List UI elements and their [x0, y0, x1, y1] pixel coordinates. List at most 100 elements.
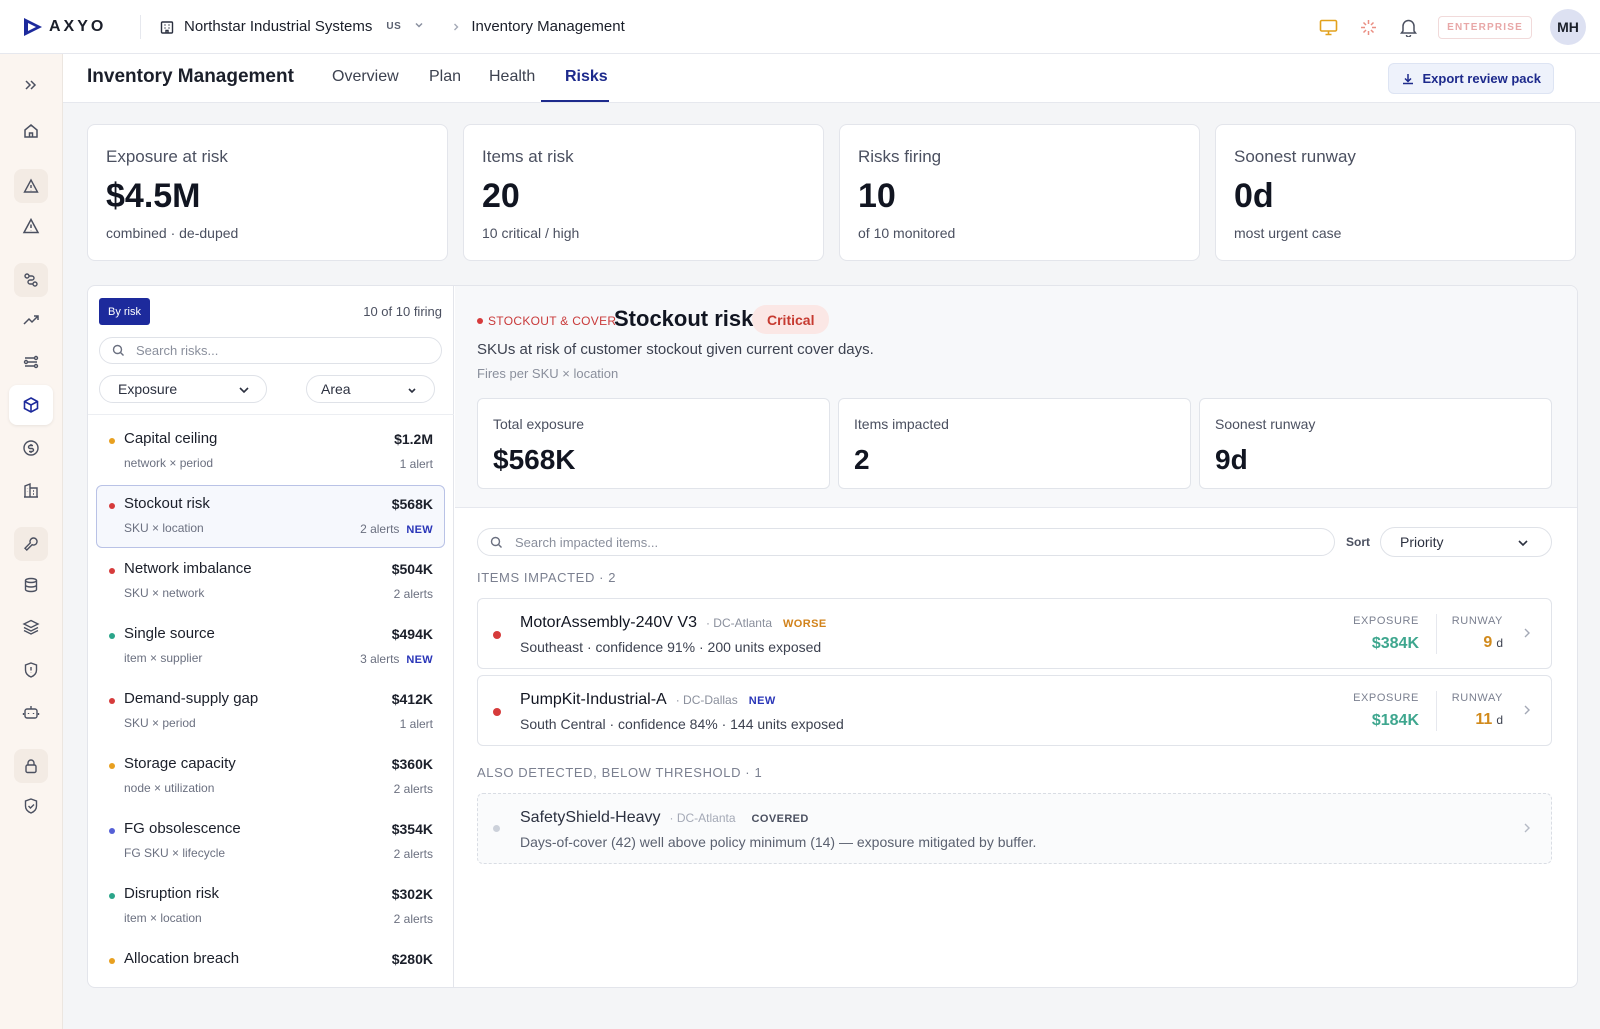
lock-icon[interactable]: [14, 749, 48, 783]
alert-count: 3 alerts: [360, 652, 400, 666]
exposure-value: $184K: [1371, 712, 1419, 729]
item-details: Days-of-cover (42) well above policy min…: [520, 834, 1037, 850]
route-icon[interactable]: [14, 263, 48, 297]
runway-value-group: 11 d: [1475, 711, 1503, 729]
risk-title: Stockout risk: [614, 306, 754, 331]
page-header: Inventory Management Overview Plan Healt…: [63, 54, 1600, 103]
below-threshold-item-card[interactable]: SafetyShield-Heavy · DC-Atlanta COVERED …: [477, 793, 1552, 864]
risk-alerts: 1 alert: [400, 717, 433, 731]
brand-logo[interactable]: AXYO: [22, 15, 120, 39]
risk-item-capital-ceiling[interactable]: Capital ceiling network × period $1.2M 1…: [96, 420, 445, 483]
tab-health[interactable]: Health: [489, 68, 535, 86]
avatar[interactable]: MH: [1550, 9, 1586, 45]
item-name: PumpKit-Industrial-A: [520, 691, 667, 708]
brand-name: AXYO: [49, 17, 107, 35]
alert-count: 2 alerts: [393, 847, 433, 861]
risk-item-demand-supply-gap[interactable]: Demand-supply gap SKU × period $412K 1 a…: [96, 680, 445, 743]
breadcrumb[interactable]: Inventory Management: [471, 18, 624, 35]
status-dot: [109, 763, 115, 769]
impacted-item-card[interactable]: PumpKit-Industrial-A · DC-Dallas NEW Sou…: [477, 675, 1552, 746]
top-bar: AXYO Northstar Industrial Systems US Inv…: [0, 0, 1600, 54]
status-dot: [493, 631, 501, 639]
item-details: Southeast · confidence 91% · 200 units e…: [520, 639, 822, 655]
risk-alerts: 2 alerts NEW: [360, 522, 433, 536]
risk-item-single-source[interactable]: Single source item × supplier $494K 3 al…: [96, 615, 445, 678]
firing-count: 10 of 10 firing: [363, 304, 442, 319]
search-icon: [112, 344, 124, 356]
status-dot: [109, 438, 115, 444]
axyo-logo-icon: [24, 17, 42, 36]
search-impacted-items-input[interactable]: Search impacted items...: [477, 528, 1335, 556]
area-select[interactable]: Area: [306, 375, 435, 403]
risk-amount: $302K: [391, 886, 433, 902]
home-icon[interactable]: [14, 114, 48, 148]
impacted-item-card[interactable]: MotorAssembly-240V V3 · DC-Atlanta WORSE…: [477, 598, 1552, 669]
kpi-sub: of 10 monitored: [858, 225, 956, 241]
risk-name: Demand-supply gap: [124, 690, 259, 707]
robot-icon[interactable]: [14, 695, 48, 729]
tab-risks[interactable]: Risks: [565, 68, 608, 86]
tab-plan[interactable]: Plan: [429, 68, 461, 86]
item-details: South Central · confidence 84% · 144 uni…: [520, 716, 844, 732]
alert-count: 2 alerts: [360, 522, 400, 536]
status-dot: [109, 958, 115, 964]
risk-scope: item × supplier: [124, 651, 203, 665]
risk-amount: $280K: [391, 951, 433, 967]
exposure-label: EXPOSURE: [1353, 615, 1419, 627]
metric-total-exposure: Total exposure $568K: [477, 398, 830, 489]
kpi-sub: 10 critical / high: [482, 225, 580, 241]
chevron-right-icon: [1524, 705, 1530, 715]
alert-count: 1 alert: [399, 457, 433, 471]
layers-icon[interactable]: [14, 610, 48, 644]
database-icon[interactable]: [14, 568, 48, 602]
sort-select[interactable]: Priority: [1380, 527, 1552, 557]
below-threshold-heading: ALSO DETECTED, BELOW THRESHOLD · 1: [477, 765, 763, 780]
monitor-icon[interactable]: [1318, 17, 1338, 37]
risk-item-allocation-breach[interactable]: Allocation breach $280K: [96, 940, 445, 987]
tools-icon[interactable]: [14, 527, 48, 561]
status-dot: [109, 568, 115, 574]
risk-name: Storage capacity: [124, 755, 236, 772]
risk-detail: STOCKOUT & COVER Stockout risk Critical …: [455, 286, 1577, 987]
org-switcher[interactable]: Northstar Industrial Systems US: [159, 18, 425, 35]
inventory-icon[interactable]: [9, 385, 53, 425]
risk-name: Disruption risk: [124, 885, 220, 902]
divider: [88, 414, 454, 415]
kpi-card-risks-firing: Risks firing 10 of 10 monitored: [839, 124, 1200, 261]
shield-icon[interactable]: [14, 653, 48, 687]
risk-item-stockout[interactable]: Stockout risk SKU × location $568K 2 ale…: [96, 485, 445, 548]
risk-item-storage-capacity[interactable]: Storage capacity node × utilization $360…: [96, 745, 445, 808]
risk-item-fg-obsolescence[interactable]: FG obsolescence FG SKU × lifecycle $354K…: [96, 810, 445, 873]
building-icon[interactable]: [14, 473, 48, 507]
warning-icon[interactable]: [14, 209, 48, 243]
status-dot: [493, 708, 501, 716]
flow-icon[interactable]: [14, 345, 48, 379]
item-title-row: SafetyShield-Heavy · DC-Atlanta COVERED: [520, 809, 809, 827]
risk-item-network-imbalance[interactable]: Network imbalance SKU × network $504K 2 …: [96, 550, 445, 613]
tab-overview[interactable]: Overview: [332, 68, 399, 86]
item-name: MotorAssembly-240V V3: [520, 614, 697, 631]
risk-item-disruption[interactable]: Disruption risk item × location $302K 2 …: [96, 875, 445, 938]
search-risks-input[interactable]: Search risks...: [99, 337, 442, 364]
expand-icon[interactable]: [14, 68, 48, 102]
trend-badge: WORSE: [783, 618, 827, 630]
alert-icon[interactable]: [14, 169, 48, 203]
export-review-pack-button[interactable]: Export review pack: [1387, 63, 1554, 94]
by-risk-chip[interactable]: By risk: [99, 298, 150, 325]
metric-items-impacted: Items impacted 2: [838, 398, 1191, 489]
active-tab-indicator: [541, 100, 609, 102]
risk-alerts: 2 alerts: [394, 782, 433, 796]
bell-icon[interactable]: [1398, 17, 1418, 37]
sparkle-icon[interactable]: [1358, 17, 1378, 37]
search-placeholder: Search impacted items...: [515, 534, 659, 550]
kpi-card-exposure: Exposure at risk $4.5M combined · de-dup…: [87, 124, 448, 261]
exposure-value: $384K: [1371, 635, 1419, 652]
finance-icon[interactable]: [14, 431, 48, 465]
shield-check-icon[interactable]: [14, 789, 48, 823]
trend-icon[interactable]: [14, 303, 48, 337]
new-badge: NEW: [406, 524, 433, 536]
risk-panel: By risk 10 of 10 firing Search risks... …: [87, 285, 1578, 988]
exposure-select[interactable]: Exposure: [99, 375, 267, 403]
item-location: · DC-Atlanta: [669, 811, 736, 825]
download-icon: [1402, 73, 1413, 84]
